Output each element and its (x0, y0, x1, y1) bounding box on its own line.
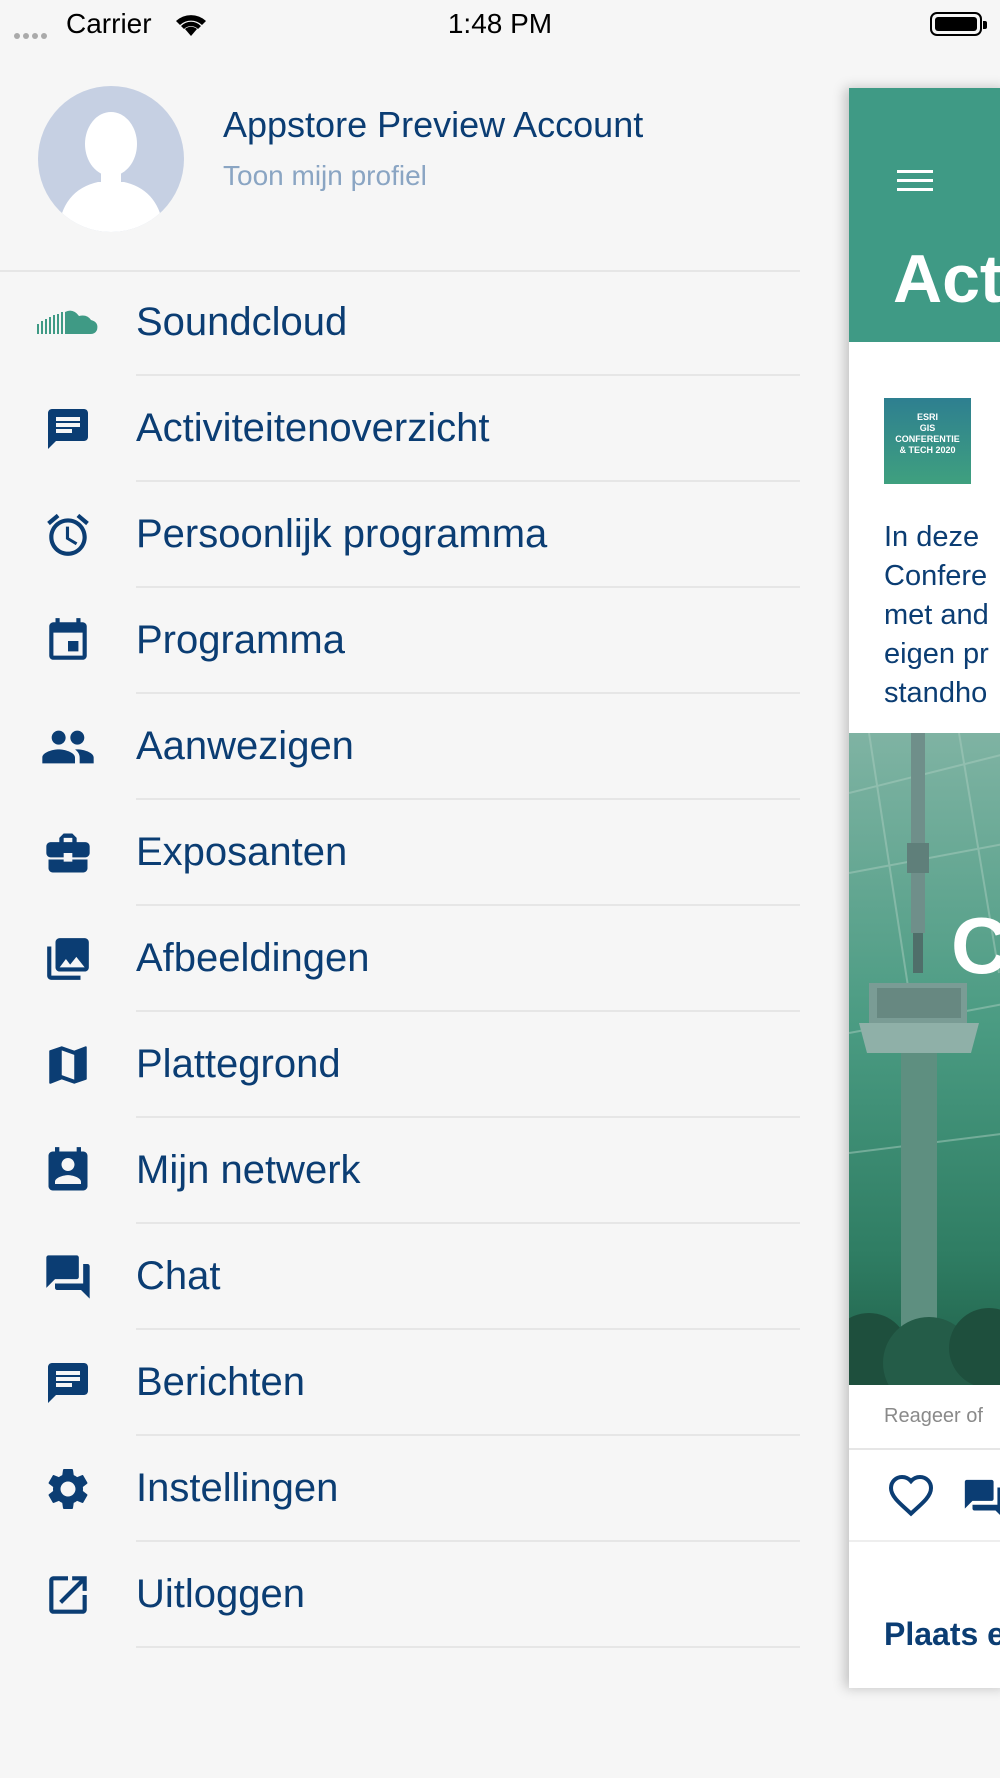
reply-prompt[interactable]: Reageer of (884, 1405, 983, 1428)
menu-item-mijn-netwerk[interactable]: Mijn netwerk (0, 1118, 800, 1224)
menu-item-exposanten[interactable]: Exposanten (0, 800, 800, 906)
battery-icon (930, 12, 987, 36)
menu-item-uitloggen[interactable]: Uitloggen (0, 1542, 800, 1648)
view-profile-link[interactable]: Toon mijn profiel (223, 160, 427, 192)
app-header: Act (849, 88, 1000, 342)
menu-item-persoonlijk-programma[interactable]: Persoonlijk programma (0, 482, 800, 588)
menu-item-activiteitenoverzicht[interactable]: Activiteitenoverzicht (0, 376, 800, 482)
post-comment-button[interactable]: Plaats e (884, 1616, 1000, 1653)
post-text-line: In deze (884, 521, 980, 553)
divider (849, 1448, 1000, 1450)
alarm-icon (36, 511, 100, 559)
post-text-line: Confere (884, 560, 988, 592)
gear-icon (36, 1465, 100, 1513)
briefcase-icon (36, 829, 100, 877)
message-icon (36, 405, 100, 453)
like-heart-icon[interactable] (887, 1473, 935, 1522)
images-icon (36, 935, 100, 983)
menu-item-chat[interactable]: Chat (0, 1224, 800, 1330)
event-thumbnail: ESRI GIS CONFERENTIE & TECH 2020 (884, 398, 971, 484)
menu-label: Exposanten (136, 830, 348, 874)
menu-label: Plattegrond (136, 1042, 341, 1086)
clock: 1:48 PM (447, 8, 553, 39)
menu-label: Mijn netwerk (136, 1148, 361, 1192)
divider (849, 1540, 1000, 1542)
menu-label: Aanwezigen (136, 724, 354, 768)
thumb-text: & TECH 2020 (899, 445, 956, 455)
messages-icon (36, 1359, 100, 1407)
post-text-line: met and (884, 599, 989, 631)
menu-label: Afbeeldingen (136, 936, 370, 980)
menu-item-instellingen[interactable]: Instellingen (0, 1436, 800, 1542)
post-text-line: standho (884, 677, 988, 709)
menu-item-plattegrond[interactable]: Plattegrond (0, 1012, 800, 1118)
menu-item-afbeeldingen[interactable]: Afbeeldingen (0, 906, 800, 1012)
page-title: Act (893, 241, 1000, 317)
calendar-icon (36, 617, 100, 665)
status-bar: Carrier 1:48 PM (0, 0, 1000, 50)
post-text: In deze Confere met and eigen pr standho (884, 518, 1000, 713)
post-image[interactable]: C (849, 733, 1000, 1385)
map-icon (36, 1041, 100, 1089)
people-icon (36, 723, 100, 771)
logout-icon (36, 1571, 100, 1619)
main-content-preview[interactable]: Act ESRI GIS CONFERENTIE & TECH 2020 In … (849, 88, 1000, 1688)
menu-label: Programma (136, 618, 345, 662)
menu-label: Berichten (136, 1360, 305, 1404)
menu-label: Instellingen (136, 1466, 339, 1510)
svg-text:C: C (951, 901, 1000, 990)
chat-icon (36, 1253, 100, 1301)
profile-header[interactable]: Appstore Preview Account Toon mijn profi… (0, 80, 800, 272)
post-text-line: eigen pr (884, 638, 989, 670)
thumb-text: CONFERENTIE (895, 434, 960, 444)
side-menu: Soundcloud Activiteitenoverzicht Persoon… (0, 270, 800, 1648)
comment-icon[interactable] (959, 1476, 1000, 1527)
menu-label: Chat (136, 1254, 221, 1298)
menu-label: Uitloggen (136, 1572, 306, 1616)
profile-name: Appstore Preview Account (223, 104, 644, 145)
divider (136, 1646, 800, 1648)
menu-label: Persoonlijk programma (136, 512, 548, 556)
menu-label: Soundcloud (136, 300, 348, 344)
menu-item-berichten[interactable]: Berichten (0, 1330, 800, 1436)
menu-item-soundcloud[interactable]: Soundcloud (0, 270, 800, 376)
menu-label: Activiteitenoverzicht (136, 406, 490, 450)
hamburger-menu-icon[interactable] (897, 168, 933, 199)
thumb-text: ESRI (916, 412, 938, 422)
menu-item-programma[interactable]: Programma (0, 588, 800, 694)
avatar (38, 86, 184, 232)
menu-item-aanwezigen[interactable]: Aanwezigen (0, 694, 800, 800)
soundcloud-icon (36, 299, 100, 347)
contact-icon (36, 1147, 100, 1195)
thumb-text: GIS (919, 423, 936, 433)
